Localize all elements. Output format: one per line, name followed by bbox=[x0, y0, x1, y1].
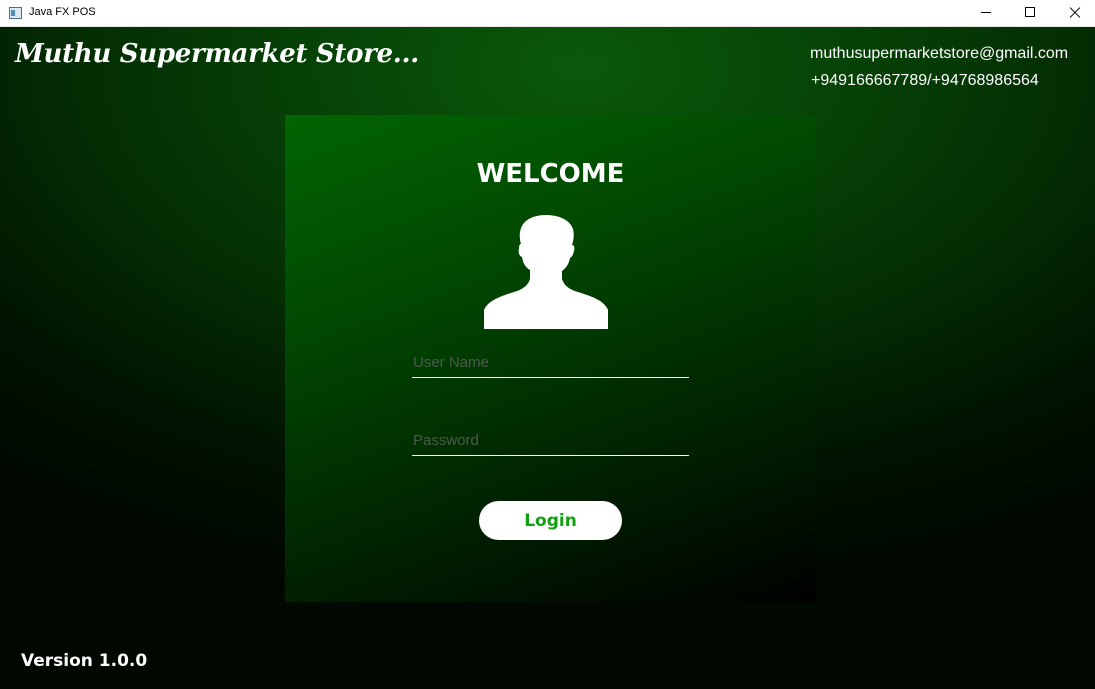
password-input[interactable] bbox=[412, 426, 689, 456]
app-window-icon bbox=[9, 7, 22, 19]
contact-email: muthusupermarketstore@gmail.com bbox=[810, 45, 1069, 62]
minimize-icon[interactable] bbox=[963, 0, 1009, 26]
login-screen: Muthu Supermarket Store... muthusupermar… bbox=[0, 27, 1095, 689]
login-button[interactable]: Login bbox=[479, 501, 622, 540]
username-input[interactable] bbox=[412, 348, 689, 378]
version-label: Version 1.0.0 bbox=[21, 651, 148, 671]
window-title: Java FX POS bbox=[29, 6, 96, 18]
login-card: WELCOME Login bbox=[285, 115, 816, 602]
maximize-icon[interactable] bbox=[1007, 0, 1053, 26]
store-name: Muthu Supermarket Store... bbox=[15, 39, 420, 69]
contact-phone: +949166667789/+94768986564 bbox=[811, 72, 1039, 89]
user-silhouette-icon bbox=[484, 215, 608, 329]
welcome-heading: WELCOME bbox=[476, 159, 625, 189]
window-titlebar: Java FX POS bbox=[0, 0, 1095, 27]
close-icon[interactable] bbox=[1051, 0, 1095, 26]
